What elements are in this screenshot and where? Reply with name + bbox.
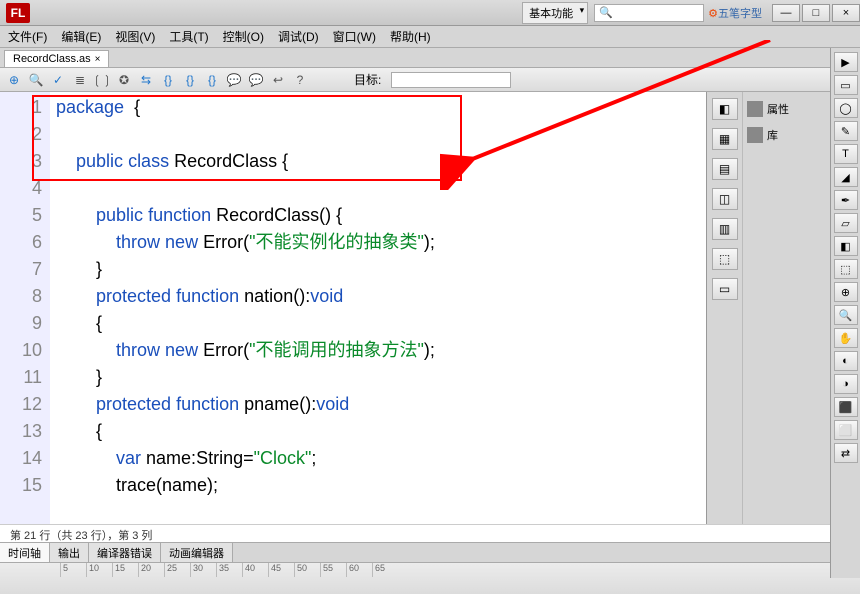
- tool-9[interactable]: ⬚: [834, 259, 858, 279]
- code-editor[interactable]: 123456789101112131415 package { public c…: [0, 92, 706, 524]
- tool-7[interactable]: ▱: [834, 213, 858, 233]
- tool-1[interactable]: ▭: [834, 75, 858, 95]
- brace2-icon[interactable]: {}: [182, 72, 198, 88]
- tool-12[interactable]: ✋: [834, 328, 858, 348]
- panel-btn-5[interactable]: ⬚: [712, 248, 738, 270]
- panel-btn-2[interactable]: ▤: [712, 158, 738, 180]
- tool-3[interactable]: ✎: [834, 121, 858, 141]
- actions-toolbar: ⊕ 🔍 ✓ ≣ ❲❳ ✪ ⇆ {} {} {} 💬 💬 ↩ ? 目标:: [0, 68, 860, 92]
- target-dropdown[interactable]: [391, 72, 511, 88]
- tool-13[interactable]: ◐: [834, 351, 858, 371]
- properties-icon: [747, 101, 763, 117]
- search-input[interactable]: 🔍: [594, 4, 704, 22]
- menu-文件[interactable]: 文件(F): [8, 28, 47, 45]
- panel-btn-4[interactable]: ▥: [712, 218, 738, 240]
- tool-16[interactable]: ⬜: [834, 420, 858, 440]
- bottom-tab-3[interactable]: 动画编辑器: [161, 543, 233, 562]
- comment-icon[interactable]: 💬: [226, 72, 242, 88]
- minimize-button[interactable]: —: [772, 4, 800, 22]
- tool-11[interactable]: 🔍: [834, 305, 858, 325]
- tool-4[interactable]: T: [834, 144, 858, 164]
- menu-编辑[interactable]: 编辑(E): [61, 28, 101, 45]
- bottom-tab-0[interactable]: 时间轴: [0, 543, 50, 562]
- format-icon[interactable]: ≣: [72, 72, 88, 88]
- add-icon[interactable]: ⊕: [6, 72, 22, 88]
- debug-icon[interactable]: ✪: [116, 72, 132, 88]
- tab-label: RecordClass.as: [13, 53, 91, 65]
- tab-close-icon[interactable]: ×: [95, 54, 101, 65]
- tools-panel: ▶ ▭ ◯ ✎ T ◢ ✒ ▱ ◧ ⬚ ⊕ 🔍 ✋ ◐ ◑ ⬛ ⬜ ⇄: [830, 48, 860, 578]
- tool-15[interactable]: ⬛: [834, 397, 858, 417]
- target-label: 目标:: [354, 71, 381, 88]
- uncomment-icon[interactable]: 💬: [248, 72, 264, 88]
- panel-btn-3[interactable]: ◫: [712, 188, 738, 210]
- brace1-icon[interactable]: {}: [160, 72, 176, 88]
- code-area[interactable]: package { public class RecordClass { pub…: [50, 92, 706, 524]
- tool-0[interactable]: ▶: [834, 52, 858, 72]
- menu-工具[interactable]: 工具(T): [169, 28, 208, 45]
- document-tab-bar: RecordClass.as ×: [0, 48, 860, 68]
- workspace-dropdown[interactable]: 基本功能: [522, 2, 588, 24]
- menu-视图[interactable]: 视图(V): [115, 28, 155, 45]
- menu-控制[interactable]: 控制(O): [223, 28, 264, 45]
- help-icon[interactable]: ?: [292, 72, 308, 88]
- bottom-tab-2[interactable]: 编译器错误: [89, 543, 161, 562]
- tool-17[interactable]: ⇄: [834, 443, 858, 463]
- menu-窗口[interactable]: 窗口(W): [333, 28, 376, 45]
- bottom-tab-1[interactable]: 输出: [50, 543, 89, 562]
- close-button[interactable]: ×: [832, 4, 860, 22]
- app-logo: FL: [6, 3, 30, 23]
- tool-6[interactable]: ✒: [834, 190, 858, 210]
- panel-btn-1[interactable]: ▦: [712, 128, 738, 150]
- find-icon[interactable]: 🔍: [28, 72, 44, 88]
- document-tab[interactable]: RecordClass.as ×: [4, 50, 109, 67]
- wrap-icon[interactable]: ↩: [270, 72, 286, 88]
- tool-8[interactable]: ◧: [834, 236, 858, 256]
- timeline-panel[interactable]: 5101520253035404550556065: [0, 562, 860, 594]
- tool-5[interactable]: ◢: [834, 167, 858, 187]
- tool-10[interactable]: ⊕: [834, 282, 858, 302]
- title-bar: FL 基本功能 🔍 ⚙五笔字型 — □ ×: [0, 0, 860, 26]
- library-icon: [747, 127, 763, 143]
- ime-indicator: ⚙五笔字型: [708, 5, 762, 21]
- hint-icon[interactable]: ❲❳: [94, 72, 110, 88]
- bottom-tab-bar: 时间轴输出编译器错误动画编辑器: [0, 542, 860, 562]
- menu-bar: 文件(F) 编辑(E) 视图(V) 工具(T) 控制(O) 调试(D) 窗口(W) 帮助(H): [0, 26, 860, 48]
- panel-btn-0[interactable]: ◧: [712, 98, 738, 120]
- maximize-button[interactable]: □: [802, 4, 830, 22]
- check-icon[interactable]: ✓: [50, 72, 66, 88]
- menu-帮助[interactable]: 帮助(H): [390, 28, 431, 45]
- line-gutter: 123456789101112131415: [0, 92, 50, 524]
- status-bar: 第 21 行（共 23 行），第 3 列: [0, 524, 860, 542]
- menu-调试[interactable]: 调试(D): [278, 28, 319, 45]
- collapse-icon[interactable]: ⇆: [138, 72, 154, 88]
- tool-2[interactable]: ◯: [834, 98, 858, 118]
- panel-btn-6[interactable]: ▭: [712, 278, 738, 300]
- brace3-icon[interactable]: {}: [204, 72, 220, 88]
- tool-14[interactable]: ◑: [834, 374, 858, 394]
